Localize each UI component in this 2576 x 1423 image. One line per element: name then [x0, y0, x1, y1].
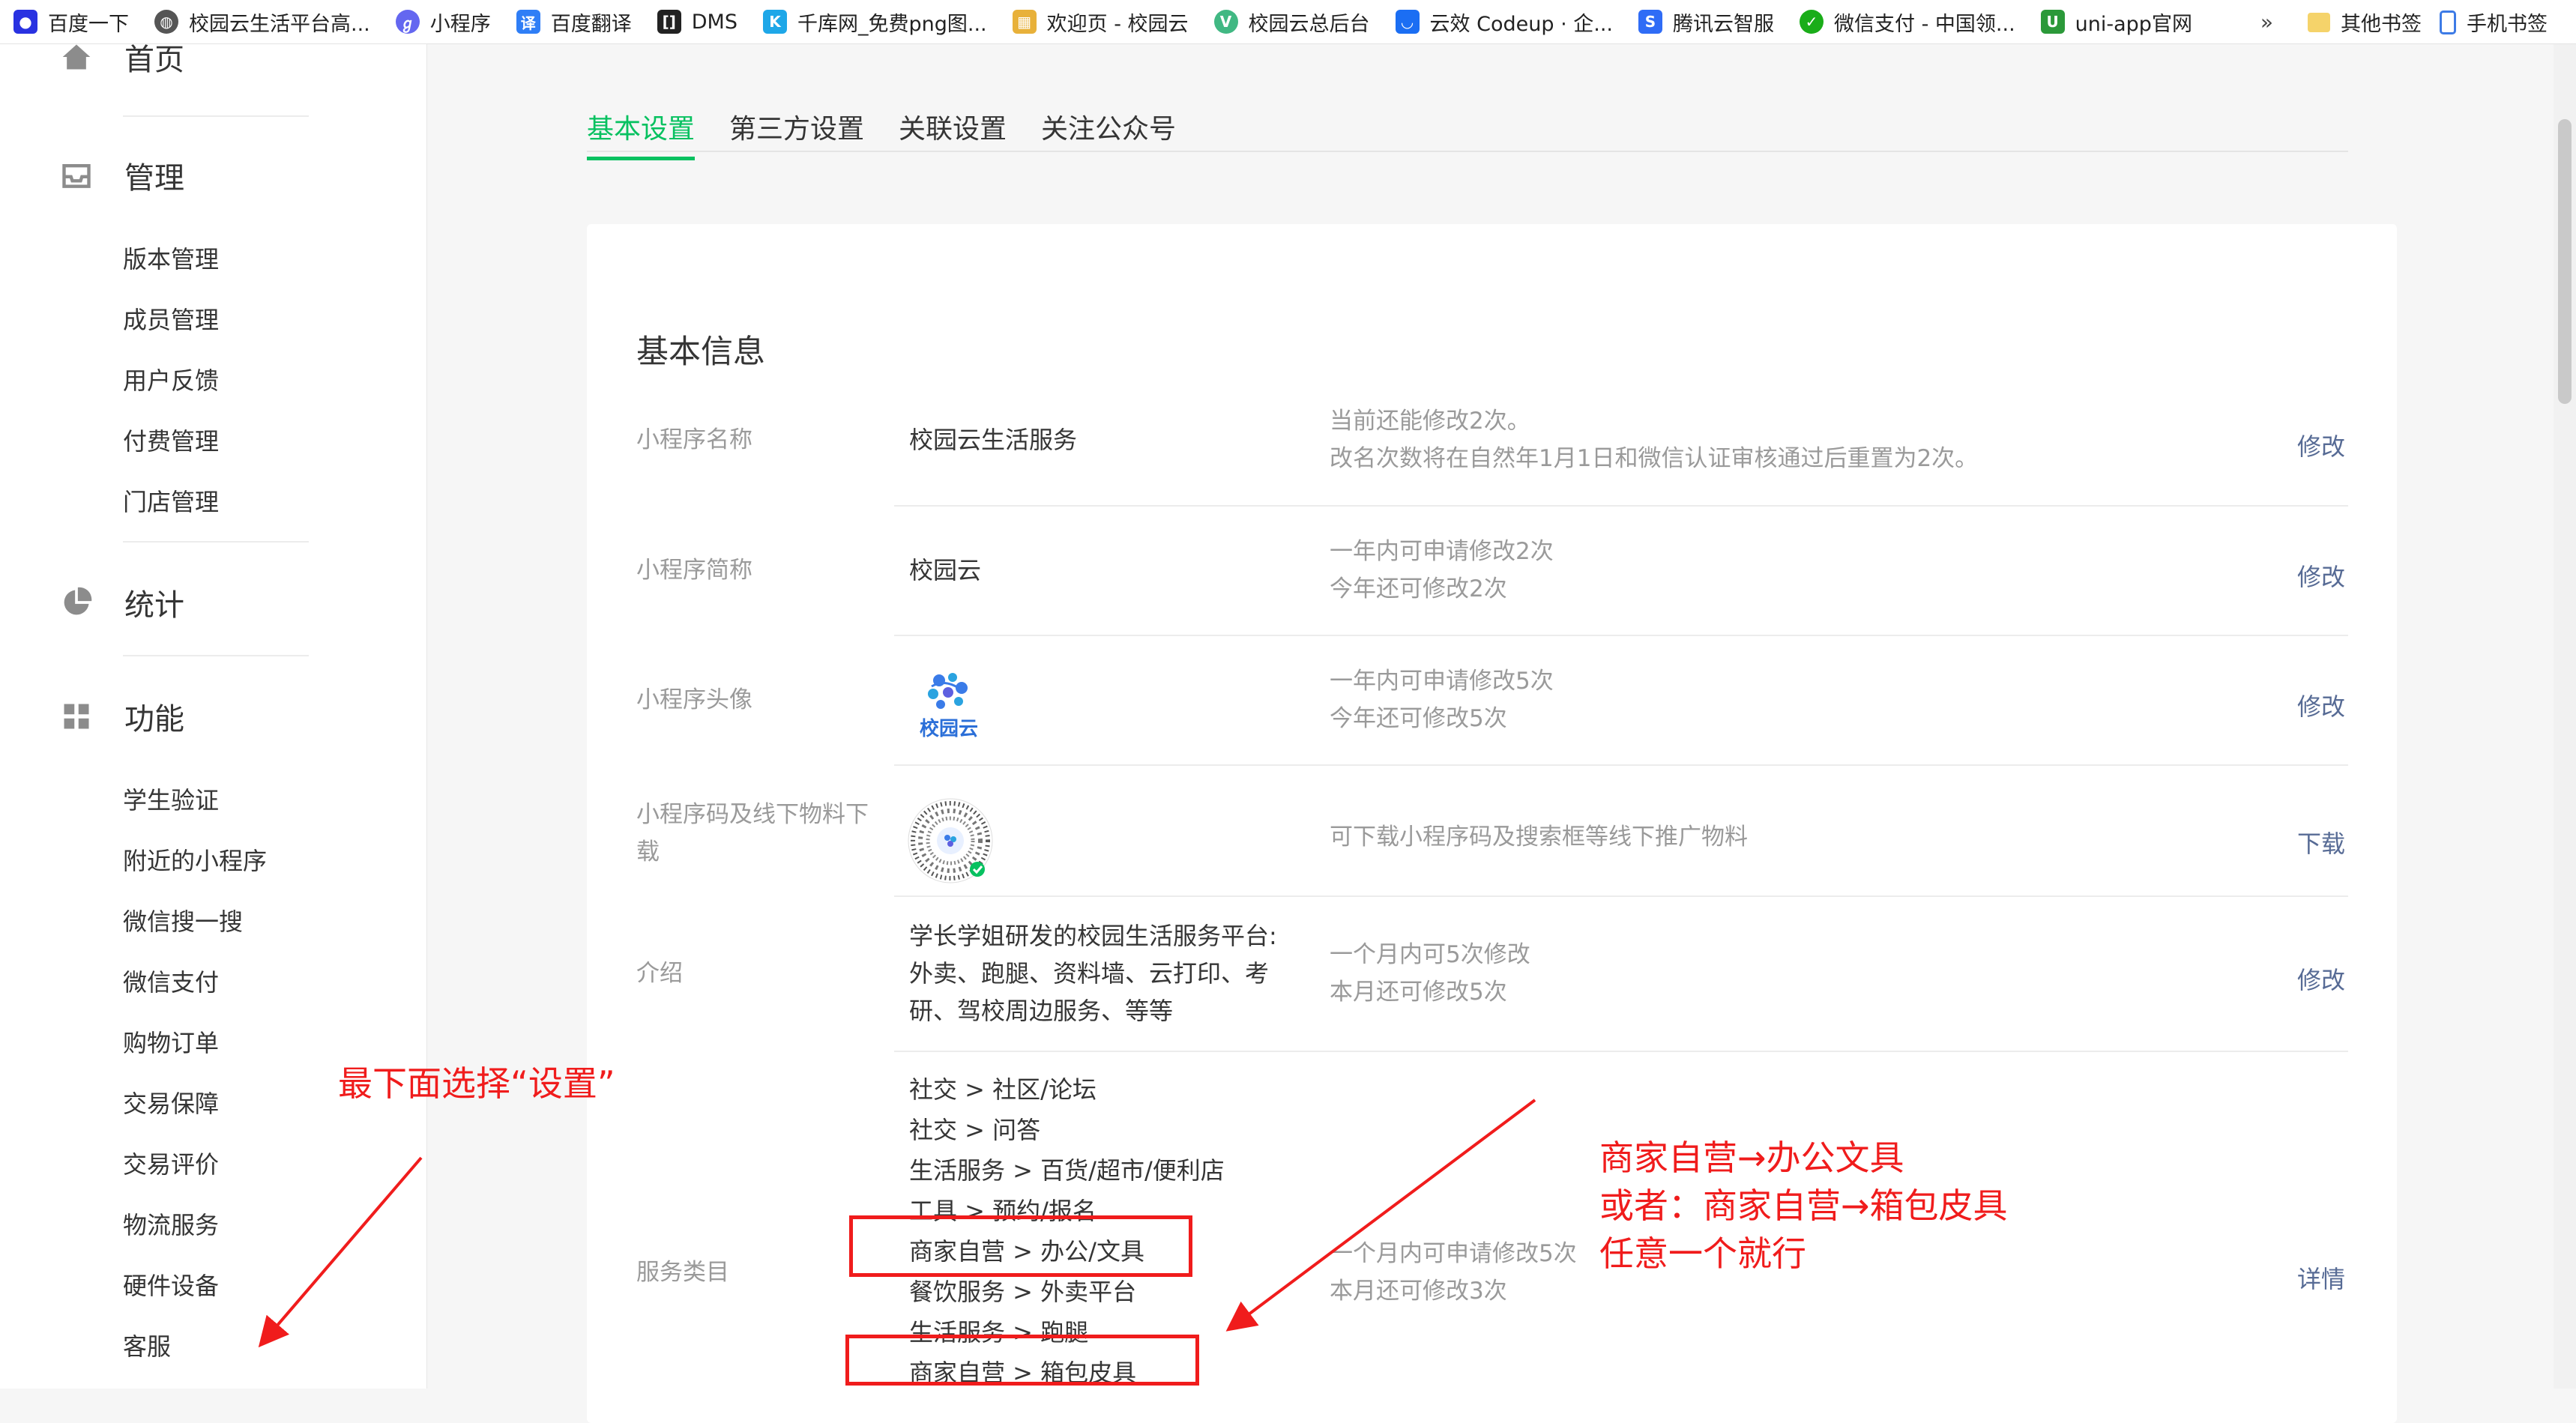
page-scrollbar[interactable]	[2554, 44, 2576, 1389]
scrollbar-thumb[interactable]	[2558, 119, 2572, 404]
arrow-to-category	[1225, 1099, 1536, 1332]
annotation-arrows	[258, 1099, 1536, 1348]
arrow-to-customer-service	[258, 1156, 423, 1348]
